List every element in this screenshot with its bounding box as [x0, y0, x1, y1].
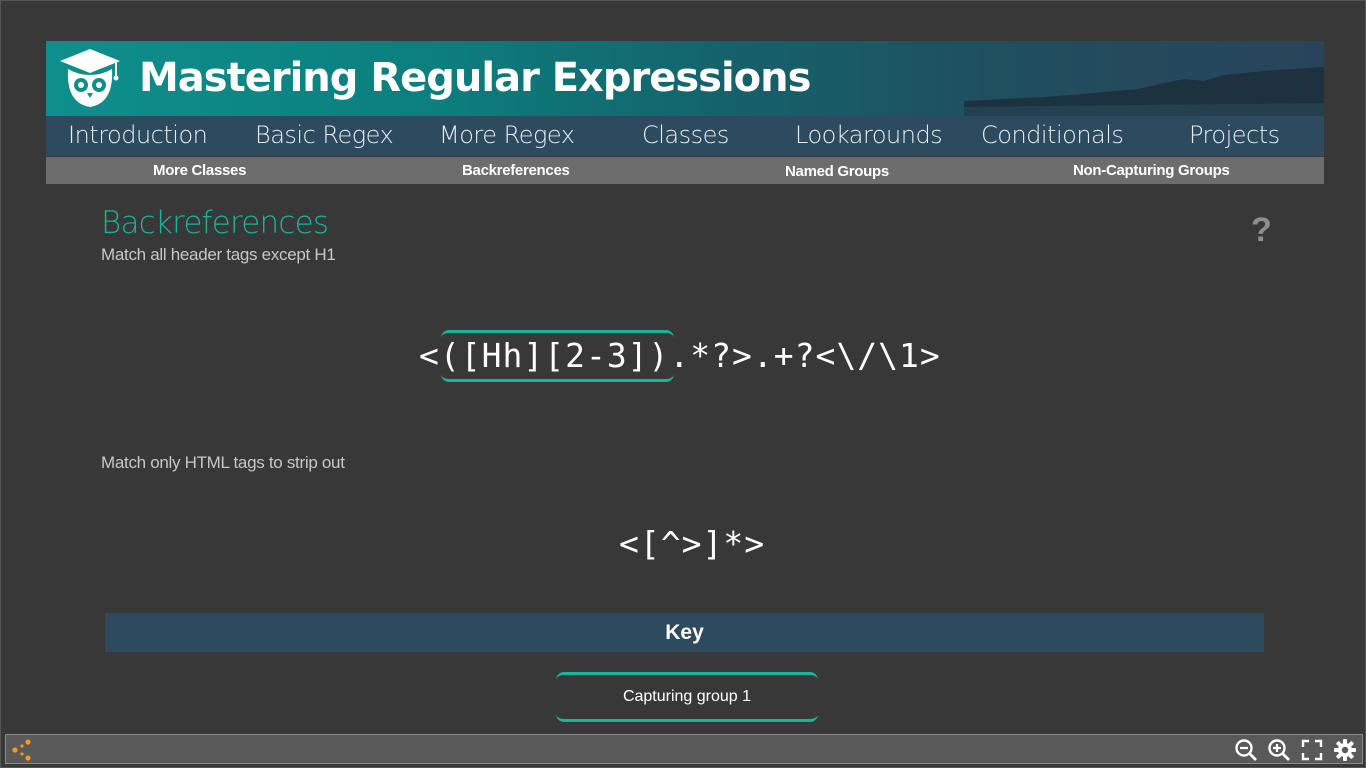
example1-description: Match all header tags except H1: [101, 245, 336, 264]
nav-item-projects[interactable]: Projects: [1189, 121, 1280, 149]
banner-title: Mastering Regular Expressions: [139, 55, 811, 101]
regex-prefix: <: [419, 336, 440, 375]
sub-nav: More Classes Backreferences Named Groups…: [46, 157, 1324, 184]
nav-item-classes[interactable]: Classes: [642, 121, 729, 149]
regex-capturing-group: ([Hh][2-3]): [439, 336, 670, 375]
subnav-item-more-classes[interactable]: More Classes: [153, 162, 246, 179]
bottom-toolbar: [5, 734, 1363, 764]
share-icon[interactable]: [10, 738, 34, 762]
owl-graduation-cap-icon: [60, 49, 120, 107]
zoom-in-icon[interactable]: [1267, 738, 1291, 762]
regex-rest: .*?>.+?<\/\1>: [669, 336, 941, 375]
nav-item-more-regex[interactable]: More Regex: [439, 121, 575, 149]
settings-icon[interactable]: [1333, 738, 1357, 762]
key-item-label: Capturing group 1: [622, 688, 752, 705]
zoom-out-icon[interactable]: [1234, 738, 1258, 762]
nav-item-basic-regex[interactable]: Basic Regex: [255, 121, 394, 149]
main-nav: Introduction Basic Regex More Regex Clas…: [46, 116, 1324, 156]
key-heading-bar: Key: [105, 613, 1264, 652]
key-heading: Key: [665, 621, 704, 644]
example2-description: Match only HTML tags to strip out: [101, 453, 345, 472]
example1-regex: <([Hh][2-3]).*?>.+?<\/\1>: [419, 336, 941, 375]
fullscreen-icon[interactable]: [1300, 738, 1324, 762]
coastline-silhouette: [964, 67, 1324, 116]
nav-item-conditionals[interactable]: Conditionals: [981, 121, 1124, 149]
presentation-frame: Mastering Regular Expressions Introducti…: [0, 0, 1366, 768]
nav-item-introduction[interactable]: Introduction: [68, 121, 208, 149]
subnav-item-named-groups[interactable]: Named Groups: [785, 163, 889, 180]
section-title: Backreferences: [101, 205, 329, 241]
example2-regex: <[^>]*>: [619, 524, 766, 563]
help-button[interactable]: ?: [1251, 211, 1272, 250]
header-banner: Mastering Regular Expressions: [46, 41, 1324, 116]
nav-item-lookarounds[interactable]: Lookarounds: [795, 121, 943, 149]
subnav-item-non-capturing-groups[interactable]: Non-Capturing Groups: [1073, 162, 1230, 179]
subnav-item-backreferences[interactable]: Backreferences: [462, 162, 570, 179]
key-item-capturing-group: Capturing group 1: [556, 672, 818, 722]
